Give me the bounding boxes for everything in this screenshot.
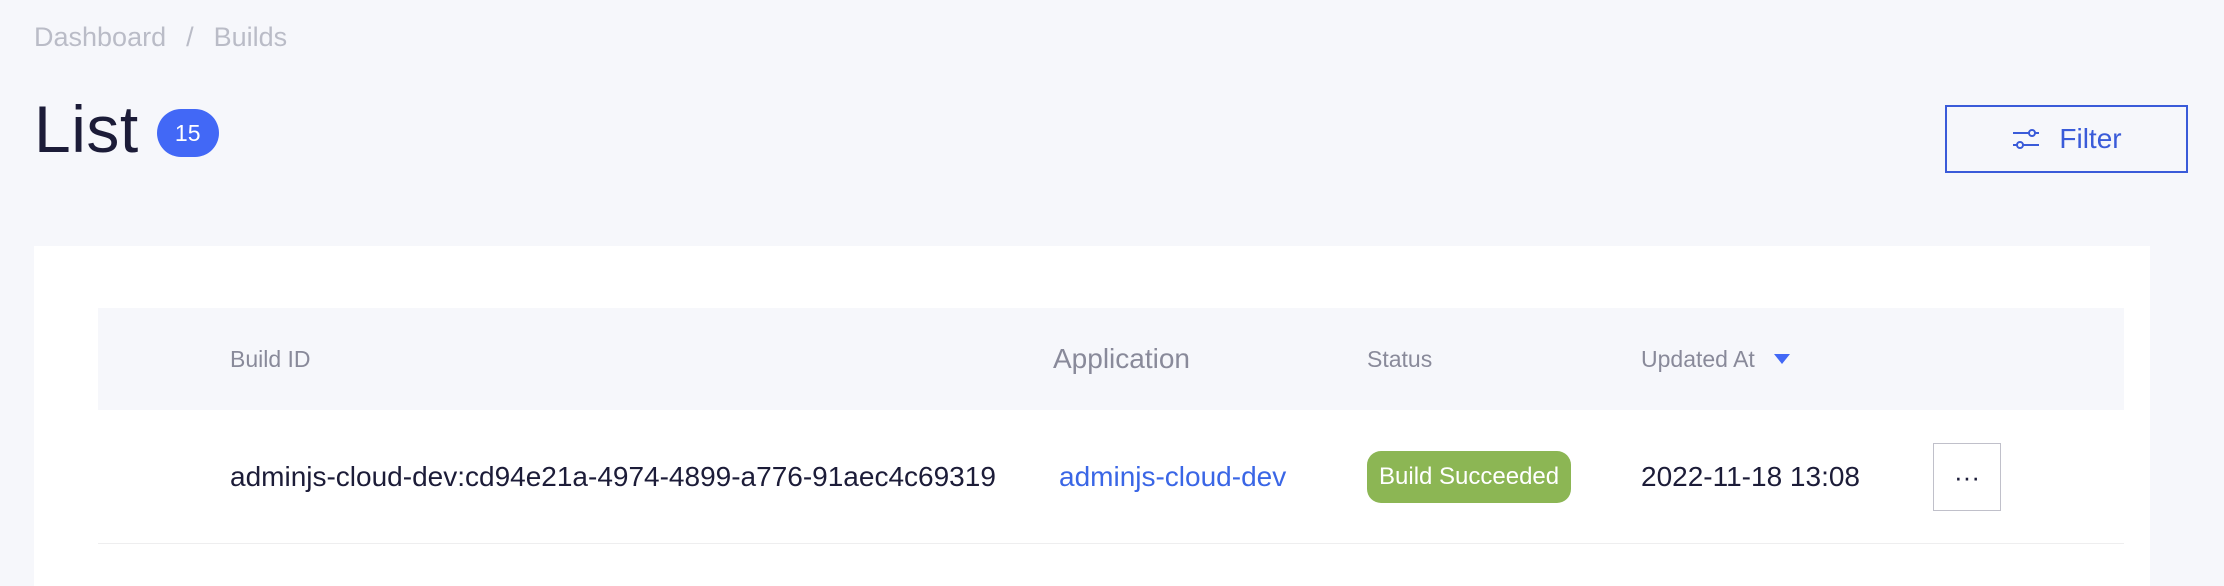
column-header-application[interactable]: Application bbox=[1053, 343, 1190, 375]
column-header-build-id[interactable]: Build ID bbox=[230, 346, 311, 373]
caret-down-icon bbox=[1773, 354, 1790, 364]
builds-table: Build ID Application Status Updated At a… bbox=[98, 308, 2124, 544]
table-row[interactable]: adminjs-cloud-dev:cd94e21a-4974-4899-a77… bbox=[98, 410, 2124, 544]
more-actions-button[interactable]: ··· bbox=[1933, 443, 2001, 511]
actions-cell: ··· bbox=[1933, 410, 2001, 544]
count-badge: 15 bbox=[156, 109, 219, 157]
breadcrumb-separator: / bbox=[186, 22, 194, 52]
more-icon: ··· bbox=[1954, 461, 1980, 492]
build-id-cell: adminjs-cloud-dev:cd94e21a-4974-4899-a77… bbox=[230, 461, 996, 492]
table-header: Build ID Application Status Updated At bbox=[98, 308, 2124, 410]
column-header-status[interactable]: Status bbox=[1367, 346, 1432, 373]
filter-button[interactable]: Filter bbox=[1945, 105, 2188, 173]
application-cell: adminjs-cloud-dev bbox=[1059, 410, 1286, 544]
breadcrumb-builds[interactable]: Builds bbox=[214, 22, 288, 53]
application-link[interactable]: adminjs-cloud-dev bbox=[1059, 461, 1286, 493]
filter-button-label: Filter bbox=[2059, 123, 2122, 154]
column-header-updated-at-label: Updated At bbox=[1641, 345, 1755, 372]
breadcrumb: Dashboard / Builds bbox=[34, 22, 287, 53]
page-title: List bbox=[34, 92, 139, 166]
status-badge: Build Succeeded bbox=[1367, 451, 1572, 503]
builds-panel: Build ID Application Status Updated At a… bbox=[34, 246, 2150, 586]
column-header-updated-at[interactable]: Updated At bbox=[1641, 346, 1791, 373]
breadcrumb-dashboard[interactable]: Dashboard bbox=[34, 22, 166, 53]
title-row: List 15 bbox=[34, 96, 219, 162]
updated-at-cell: 2022-11-18 13:08 bbox=[1641, 461, 1860, 492]
status-cell: Build Succeeded bbox=[1367, 410, 1572, 544]
sliders-icon bbox=[2013, 129, 2040, 149]
